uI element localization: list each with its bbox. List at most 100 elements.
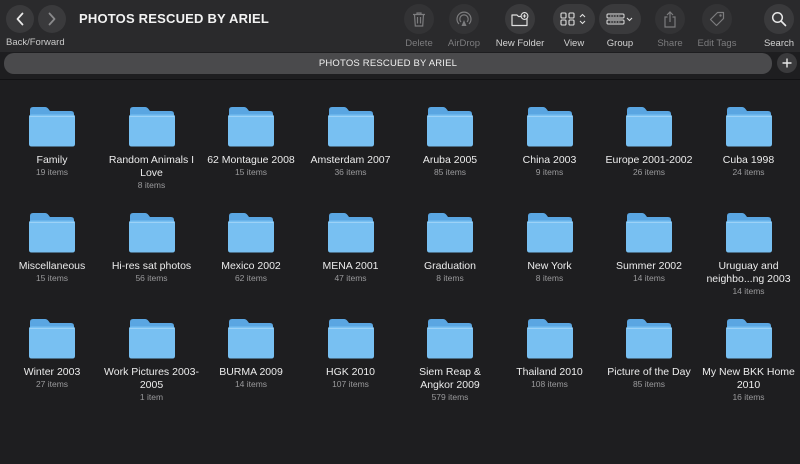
folder-name: Family bbox=[36, 154, 68, 166]
folder-icon bbox=[128, 107, 175, 147]
folder-item-count: 579 items bbox=[431, 392, 469, 402]
folder-name: Uruguay and neighbo...ng 2003 bbox=[706, 260, 791, 285]
folder-item-count: 27 items bbox=[35, 379, 69, 389]
folder-item[interactable]: Random Animals I Love 8 items bbox=[102, 104, 202, 191]
folder-icon bbox=[626, 213, 672, 253]
folder-item[interactable]: Miscellaneous 15 items bbox=[2, 210, 102, 284]
folder-item[interactable]: China 2003 9 items bbox=[500, 104, 600, 178]
trash-icon bbox=[413, 12, 425, 27]
back-forward-label: Back/Forward bbox=[6, 37, 65, 48]
share-icon-circle bbox=[655, 4, 685, 34]
back-forward-group bbox=[6, 5, 66, 33]
folder-item[interactable]: Picture of the Day 85 items bbox=[599, 316, 699, 390]
folder-name: 62 Montague 2008 bbox=[207, 154, 295, 166]
share-label: Share bbox=[657, 38, 683, 49]
folder-item-count: 85 items bbox=[433, 167, 467, 177]
folder-name: Aruba 2005 bbox=[422, 154, 478, 166]
share-button[interactable]: Share bbox=[652, 4, 688, 50]
folder-icon bbox=[327, 319, 374, 359]
grid-view-icon bbox=[560, 12, 586, 26]
folder-grid: Family 19 items Random Animals I Love 8 ite… bbox=[0, 80, 800, 464]
folder-name: Hi-res sat photos bbox=[111, 260, 192, 272]
folder-icon bbox=[725, 213, 772, 253]
path-bar-tab[interactable]: PHOTOS RESCUED BY ARIEL bbox=[4, 53, 772, 74]
share-icon bbox=[664, 10, 676, 28]
folder-item[interactable]: Mexico 2002 62 items bbox=[201, 210, 301, 284]
folder-item[interactable]: Amsterdam 2007 36 items bbox=[301, 104, 401, 178]
plus-icon bbox=[782, 58, 792, 68]
folder-item[interactable]: 62 Montague 2008 15 items bbox=[201, 104, 301, 178]
folder-name: Amsterdam 2007 bbox=[310, 154, 391, 166]
folder-icon bbox=[29, 107, 75, 147]
folder-icon bbox=[427, 107, 473, 147]
folder-name: HGK 2010 bbox=[325, 366, 376, 378]
folder-item-count: 16 items bbox=[732, 392, 765, 402]
folder-item-count: 19 items bbox=[35, 167, 69, 177]
folder-name: Thailand 2010 bbox=[516, 366, 583, 378]
chevron-left-icon bbox=[16, 12, 24, 26]
new-tab-button[interactable] bbox=[777, 53, 797, 73]
search-button[interactable]: Search bbox=[760, 4, 798, 50]
folder-icon bbox=[228, 319, 274, 359]
folder-item-count: 26 items bbox=[632, 167, 666, 177]
folder-icon bbox=[526, 107, 573, 147]
view-icon-pill bbox=[553, 4, 595, 34]
folder-item[interactable]: Graduation 8 items bbox=[400, 210, 500, 284]
folder-item-count: 56 items bbox=[135, 273, 168, 283]
search-icon bbox=[771, 11, 787, 27]
folder-name: Work Pictures 2003-2005 bbox=[104, 366, 199, 391]
folder-item[interactable]: BURMA 2009 14 items bbox=[201, 316, 301, 390]
folder-item[interactable]: Thailand 2010 108 items bbox=[500, 316, 600, 390]
group-button[interactable]: Group bbox=[599, 4, 641, 50]
folder-item-count: 1 item bbox=[139, 392, 164, 402]
folder-icon bbox=[128, 319, 175, 359]
group-label: Group bbox=[606, 38, 634, 49]
folder-item[interactable]: Family 19 items bbox=[2, 104, 102, 178]
folder-item[interactable]: HGK 2010 107 items bbox=[301, 316, 401, 390]
group-icon-pill bbox=[599, 4, 641, 34]
view-button[interactable]: View bbox=[553, 4, 595, 50]
folder-name: Summer 2002 bbox=[616, 260, 682, 272]
toolbar: Back/Forward PHOTOS RESCUED BY ARIEL Del… bbox=[0, 0, 800, 52]
new-folder-icon bbox=[511, 11, 529, 26]
folder-item[interactable]: Europe 2001-2002 26 items bbox=[599, 104, 699, 178]
folder-item[interactable]: Summer 2002 14 items bbox=[599, 210, 699, 284]
folder-item[interactable]: Hi-res sat photos 56 items bbox=[102, 210, 202, 284]
airdrop-icon bbox=[456, 11, 472, 26]
folder-name: BURMA 2009 bbox=[219, 366, 283, 378]
folder-name: Miscellaneous bbox=[18, 260, 86, 272]
folder-item-count: 108 items bbox=[531, 379, 568, 389]
folder-item[interactable]: Uruguay and neighbo...ng 2003 14 items bbox=[699, 210, 799, 297]
folder-item-count: 14 items bbox=[732, 286, 765, 296]
folder-item-count: 24 items bbox=[732, 167, 765, 177]
folder-item[interactable]: Winter 2003 27 items bbox=[2, 316, 102, 390]
folder-name: Siem Reap & Angkor 2009 bbox=[419, 366, 481, 391]
folder-item[interactable]: Siem Reap & Angkor 2009 579 items bbox=[400, 316, 500, 403]
search-icon-circle bbox=[764, 4, 794, 34]
folder-item[interactable]: Cuba 1998 24 items bbox=[699, 104, 799, 178]
folder-item-count: 14 items bbox=[632, 273, 666, 283]
new-folder-button[interactable]: New Folder bbox=[494, 4, 546, 50]
folder-name: Cuba 1998 bbox=[722, 154, 775, 166]
folder-icon bbox=[725, 319, 772, 359]
forward-button[interactable] bbox=[38, 5, 66, 33]
folder-item[interactable]: Work Pictures 2003-2005 1 item bbox=[102, 316, 202, 403]
folder-item-count: 8 items bbox=[436, 273, 464, 283]
folder-item-count: 85 items bbox=[632, 379, 666, 389]
folder-item[interactable]: New York 8 items bbox=[500, 210, 600, 284]
airdrop-button[interactable]: AirDrop bbox=[444, 4, 484, 50]
folder-item[interactable]: My New BKK Home 2010 16 items bbox=[699, 316, 799, 403]
folder-item[interactable]: Aruba 2005 85 items bbox=[400, 104, 500, 178]
delete-button[interactable]: Delete bbox=[400, 4, 438, 50]
folder-icon bbox=[526, 213, 573, 253]
window-title: PHOTOS RESCUED BY ARIEL bbox=[79, 11, 270, 26]
folder-item-count: 14 items bbox=[234, 379, 268, 389]
back-button[interactable] bbox=[6, 5, 34, 33]
folder-name: MENA 2001 bbox=[322, 260, 379, 272]
folder-icon bbox=[626, 107, 672, 147]
folder-item-count: 8 items bbox=[535, 273, 564, 283]
folder-name: Mexico 2002 bbox=[221, 260, 281, 272]
folder-name: Picture of the Day bbox=[607, 366, 691, 378]
edit-tags-button[interactable]: Edit Tags bbox=[694, 4, 740, 50]
folder-item[interactable]: MENA 2001 47 items bbox=[301, 210, 401, 284]
